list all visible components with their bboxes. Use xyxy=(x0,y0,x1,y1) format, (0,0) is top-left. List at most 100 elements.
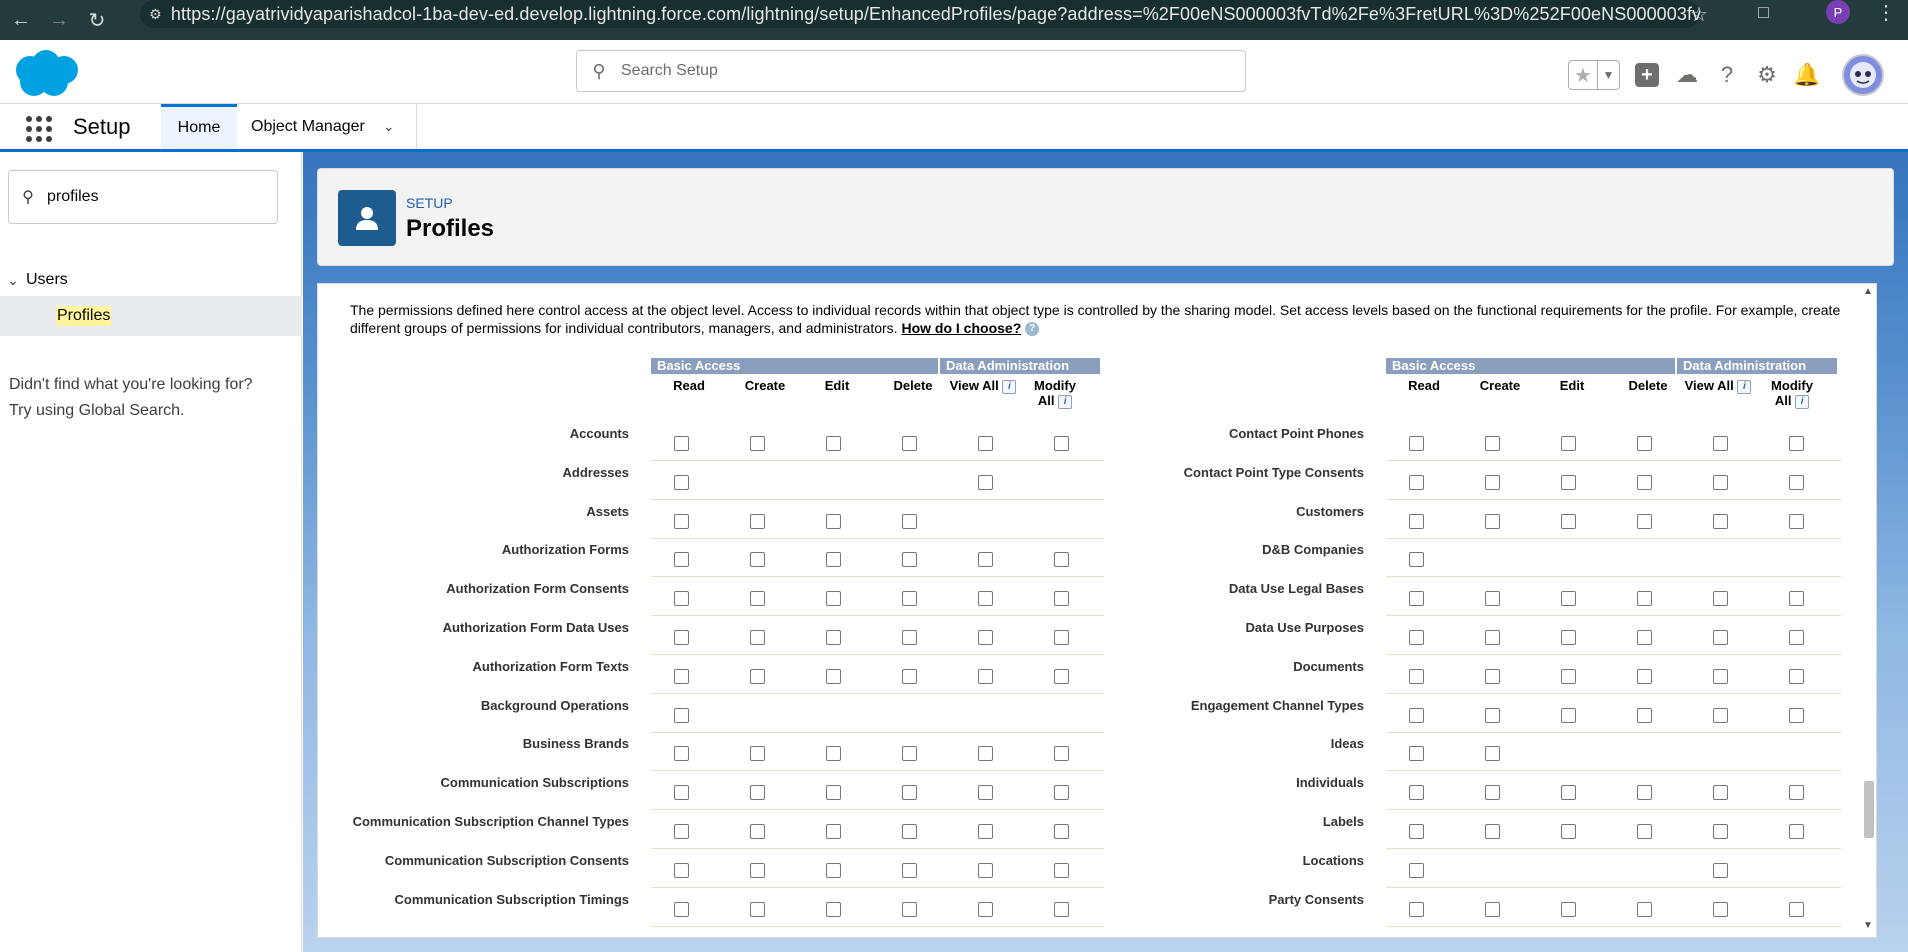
search-input[interactable] xyxy=(621,62,1201,80)
permission-checkbox[interactable] xyxy=(1054,591,1069,607)
permission-checkbox[interactable] xyxy=(1409,746,1424,762)
permission-checkbox[interactable] xyxy=(902,591,917,607)
permission-checkbox[interactable] xyxy=(1561,785,1576,801)
permission-checkbox[interactable] xyxy=(902,668,917,684)
permission-checkbox[interactable] xyxy=(1713,630,1728,645)
permission-checkbox[interactable] xyxy=(978,785,993,801)
permission-checkbox[interactable] xyxy=(1713,591,1728,607)
permission-checkbox[interactable] xyxy=(1789,707,1804,723)
permission-checkbox[interactable] xyxy=(750,668,765,684)
info-icon[interactable]: i xyxy=(1737,379,1752,394)
permission-checkbox[interactable] xyxy=(902,552,917,568)
permission-checkbox[interactable] xyxy=(902,862,917,878)
tree-node-users[interactable]: ⌄ Users xyxy=(0,264,302,296)
permission-checkbox[interactable] xyxy=(1713,707,1728,723)
permission-checkbox[interactable] xyxy=(674,552,689,568)
permission-checkbox[interactable] xyxy=(826,824,841,839)
permission-checkbox[interactable] xyxy=(978,591,993,607)
trailhead-icon[interactable]: ☁ xyxy=(1674,62,1700,88)
permission-checkbox[interactable] xyxy=(1637,824,1652,839)
permission-checkbox[interactable] xyxy=(674,474,689,490)
site-info-icon[interactable]: ⚙ xyxy=(140,6,171,23)
permission-checkbox[interactable] xyxy=(1409,707,1424,723)
permission-checkbox[interactable] xyxy=(902,746,917,762)
permission-checkbox[interactable] xyxy=(1485,824,1500,839)
permission-checkbox[interactable] xyxy=(826,746,841,762)
address-bar[interactable]: ⚙ https://gayatrividyaparishadcol-1ba-de… xyxy=(140,0,1700,28)
permission-checkbox[interactable] xyxy=(1789,591,1804,607)
permission-checkbox[interactable] xyxy=(1485,630,1500,645)
permission-checkbox[interactable] xyxy=(1561,591,1576,607)
permission-checkbox[interactable] xyxy=(750,862,765,878)
permission-checkbox[interactable] xyxy=(674,746,689,762)
permission-checkbox[interactable] xyxy=(1561,668,1576,684)
forward-icon[interactable]: → xyxy=(42,3,76,37)
chevron-down-icon[interactable]: ⌄ xyxy=(383,118,395,135)
permission-checkbox[interactable] xyxy=(1637,436,1652,451)
permission-checkbox[interactable] xyxy=(1637,785,1652,801)
permission-checkbox[interactable] xyxy=(1561,901,1576,917)
permission-checkbox[interactable] xyxy=(674,707,689,723)
permission-checkbox[interactable] xyxy=(1409,513,1424,529)
permission-checkbox[interactable] xyxy=(1409,668,1424,684)
info-icon[interactable]: i xyxy=(1795,394,1810,409)
permission-checkbox[interactable] xyxy=(1789,785,1804,801)
permission-checkbox[interactable] xyxy=(750,552,765,568)
user-avatar[interactable] xyxy=(1842,54,1884,96)
permission-checkbox[interactable] xyxy=(1637,901,1652,917)
permission-checkbox[interactable] xyxy=(1409,824,1424,839)
help-question-icon[interactable]: ? xyxy=(1025,322,1040,337)
permission-checkbox[interactable] xyxy=(674,785,689,801)
permission-checkbox[interactable] xyxy=(1713,474,1728,490)
permission-checkbox[interactable] xyxy=(1054,436,1069,451)
permission-checkbox[interactable] xyxy=(1409,436,1424,451)
permission-checkbox[interactable] xyxy=(1409,630,1424,645)
tree-node-profiles[interactable]: Profiles xyxy=(0,296,302,336)
permission-checkbox[interactable] xyxy=(1054,668,1069,684)
permission-checkbox[interactable] xyxy=(1789,474,1804,490)
permission-checkbox[interactable] xyxy=(1485,513,1500,529)
permission-checkbox[interactable] xyxy=(826,591,841,607)
permission-checkbox[interactable] xyxy=(750,785,765,801)
permission-checkbox[interactable] xyxy=(978,474,993,490)
permission-checkbox[interactable] xyxy=(1561,436,1576,451)
permission-checkbox[interactable] xyxy=(1713,436,1728,451)
permission-checkbox[interactable] xyxy=(1713,513,1728,529)
setup-search[interactable]: ⚲ xyxy=(576,50,1246,92)
permission-checkbox[interactable] xyxy=(1485,785,1500,801)
app-launcher-icon[interactable] xyxy=(26,116,52,142)
favorite-star-icon[interactable]: ★ xyxy=(1569,61,1598,89)
permission-checkbox[interactable] xyxy=(902,785,917,801)
permission-checkbox[interactable] xyxy=(750,513,765,529)
browser-profile-avatar[interactable]: P xyxy=(1826,0,1850,24)
info-icon[interactable]: i xyxy=(1002,379,1017,394)
quick-find[interactable]: ⚲ xyxy=(8,170,278,224)
permission-checkbox[interactable] xyxy=(978,436,993,451)
permission-checkbox[interactable] xyxy=(674,630,689,645)
permission-checkbox[interactable] xyxy=(1485,746,1500,762)
permission-checkbox[interactable] xyxy=(1485,436,1500,451)
back-icon[interactable]: ← xyxy=(4,3,38,37)
permission-checkbox[interactable] xyxy=(826,862,841,878)
setup-gear-icon[interactable]: ⚙ xyxy=(1754,62,1780,88)
permission-checkbox[interactable] xyxy=(902,513,917,529)
permission-checkbox[interactable] xyxy=(1637,707,1652,723)
permission-checkbox[interactable] xyxy=(826,552,841,568)
permission-checkbox[interactable] xyxy=(978,630,993,645)
permission-checkbox[interactable] xyxy=(902,901,917,917)
permission-checkbox[interactable] xyxy=(674,591,689,607)
permission-checkbox[interactable] xyxy=(826,668,841,684)
permission-checkbox[interactable] xyxy=(826,513,841,529)
permission-checkbox[interactable] xyxy=(674,824,689,839)
permission-checkbox[interactable] xyxy=(1789,824,1804,839)
permission-checkbox[interactable] xyxy=(826,436,841,451)
permission-checkbox[interactable] xyxy=(1054,785,1069,801)
permission-checkbox[interactable] xyxy=(1713,862,1728,878)
permission-checkbox[interactable] xyxy=(1054,630,1069,645)
permission-checkbox[interactable] xyxy=(1789,436,1804,451)
permission-checkbox[interactable] xyxy=(1485,901,1500,917)
chevron-down-icon[interactable]: ⌄ xyxy=(0,272,26,289)
permission-checkbox[interactable] xyxy=(902,824,917,839)
permission-checkbox[interactable] xyxy=(978,901,993,917)
permission-checkbox[interactable] xyxy=(1713,824,1728,839)
